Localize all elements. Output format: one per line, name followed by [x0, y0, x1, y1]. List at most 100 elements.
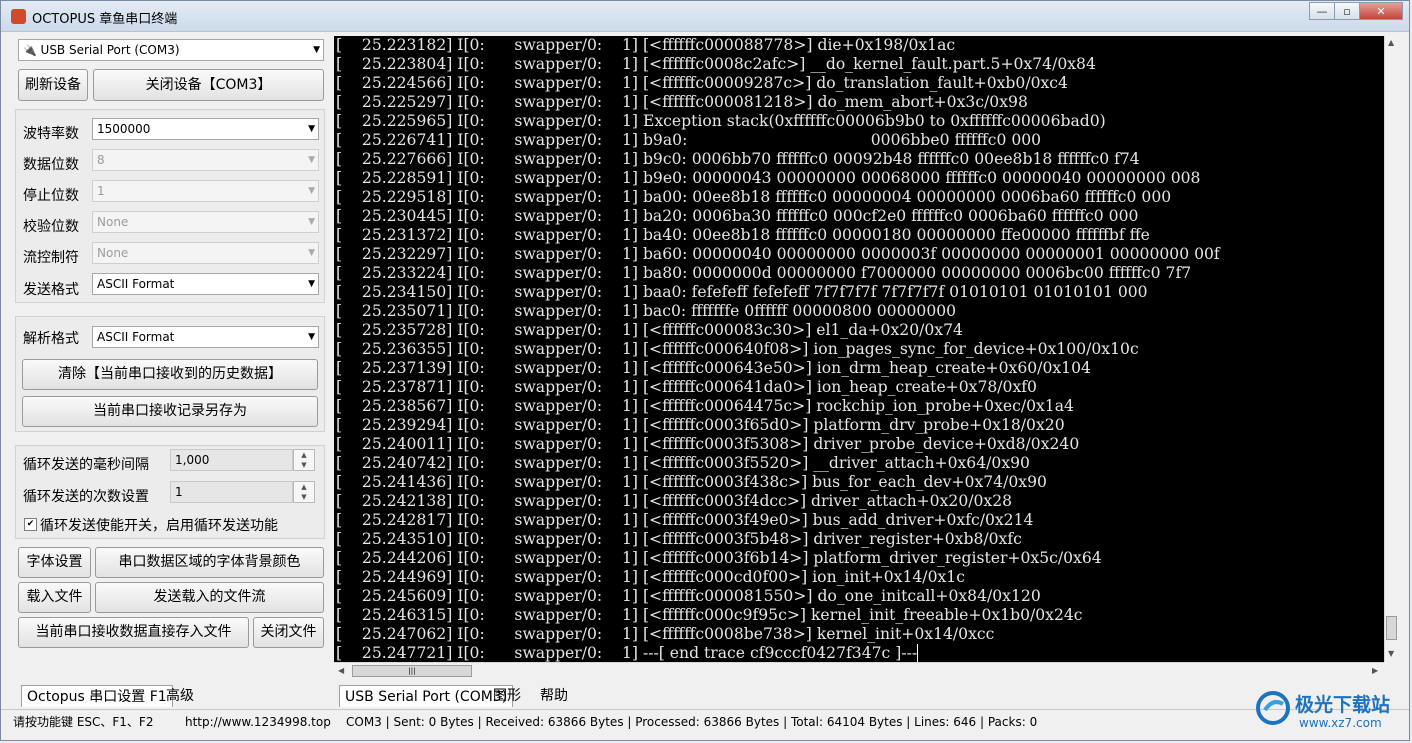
count-stepper[interactable]: ▲ ▼ [293, 481, 315, 503]
loop-enable-label: 循环发送使能开关，启用循环发送功能 [40, 518, 278, 534]
status-hint: 请按功能键 ESC、F1、F2 [13, 715, 154, 729]
terminal-line: [ 25.247062] I[0: swapper/0: 1] [<ffffff… [336, 625, 995, 643]
parse-format-value: ASCII Format [97, 330, 175, 344]
parse-format-select[interactable]: ASCII Format ▼ [92, 326, 319, 348]
vertical-scroll-thumb[interactable] [1386, 616, 1397, 640]
terminal-line: [ 25.232297] I[0: swapper/0: 1] ba60: 00… [336, 245, 1220, 263]
save-direct-button[interactable]: 当前串口接收数据直接存入文件 [18, 617, 249, 648]
settings-panel: 🔌 USB Serial Port (COM3) ▼ 刷新设备 关闭设备【COM… [9, 35, 327, 683]
databits-select[interactable]: 8 ▼ [92, 149, 319, 171]
flow-select[interactable]: None ▼ [92, 242, 319, 264]
terminal-line: [ 25.235728] I[0: swapper/0: 1] [<ffffff… [336, 321, 963, 339]
terminal-line: [ 25.244206] I[0: swapper/0: 1] [<ffffff… [336, 549, 1102, 567]
databits-label: 数据位数 [23, 157, 79, 173]
stopbits-label: 停止位数 [23, 188, 79, 204]
terminal-line: [ 25.225297] I[0: swapper/0: 1] [<ffffff… [336, 93, 1028, 111]
restore-button[interactable]: ▫ [1334, 2, 1360, 20]
horizontal-scroll-thumb[interactable]: ||| [352, 665, 472, 677]
usb-plug-icon: 🔌 [23, 44, 37, 57]
tab-help[interactable]: 帮助 [535, 685, 573, 707]
terminal-line: [ 25.227666] I[0: swapper/0: 1] b9c0: 00… [336, 150, 1140, 168]
save-as-button[interactable]: 当前串口接收记录另存为 [22, 396, 318, 427]
refresh-device-button[interactable]: 刷新设备 [18, 69, 88, 101]
close-device-button[interactable]: 关闭设备【COM3】 [93, 69, 324, 101]
terminal-vertical-scrollbar[interactable]: ▲ ▼ [1384, 36, 1399, 662]
chevron-down-icon: ▼ [308, 279, 315, 289]
terminal-text: [ 25.223182] I[0: swapper/0: 1] [<ffffff… [334, 36, 1384, 662]
terminal-line: [ 25.246315] I[0: swapper/0: 1] [<ffffff… [336, 606, 1083, 624]
terminal-line: [ 25.238567] I[0: swapper/0: 1] [<ffffff… [336, 397, 1074, 415]
scroll-up-icon[interactable]: ▲ [1388, 38, 1394, 47]
font-settings-button[interactable]: 字体设置 [18, 547, 91, 578]
send-format-select[interactable]: ASCII Format ▼ [92, 273, 319, 295]
loop-enable-checkbox[interactable]: ✔ [24, 518, 37, 531]
close-file-button[interactable]: 关闭文件 [253, 617, 324, 648]
interval-stepper[interactable]: ▲ ▼ [293, 449, 315, 471]
parity-value: None [97, 215, 129, 229]
baud-select[interactable]: 1500000 ▼ [92, 118, 319, 140]
terminal-line: [ 25.233224] I[0: swapper/0: 1] ba80: 00… [336, 264, 1192, 282]
terminal-line: [ 25.247721] I[0: swapper/0: 1] ---[ end… [336, 644, 919, 662]
interval-label: 循环发送的毫秒间隔 [23, 457, 149, 473]
terminal-line: [ 25.240011] I[0: swapper/0: 1] [<ffffff… [336, 435, 1080, 453]
interval-input[interactable]: 1,000 [170, 449, 293, 471]
scroll-down-icon[interactable]: ▼ [1388, 649, 1394, 658]
terminal-line: [ 25.237139] I[0: swapper/0: 1] [<ffffff… [336, 359, 1091, 377]
terminal-output[interactable]: [ 25.223182] I[0: swapper/0: 1] [<ffffff… [334, 36, 1384, 662]
tab-graphics[interactable]: 图形 [488, 685, 526, 707]
close-button[interactable]: ✕ [1359, 2, 1403, 20]
minimize-button[interactable]: — [1309, 2, 1335, 20]
databits-value: 8 [97, 153, 105, 167]
terminal-line: [ 25.237871] I[0: swapper/0: 1] [<ffffff… [336, 378, 1037, 396]
terminal-line: [ 25.245609] I[0: swapper/0: 1] [<ffffff… [336, 587, 1041, 605]
chevron-down-icon: ▼ [308, 186, 315, 196]
bg-color-button[interactable]: 串口数据区域的字体背景颜色 [95, 547, 324, 578]
flow-value: None [97, 246, 129, 260]
octopus-app-icon [11, 9, 26, 24]
count-input[interactable]: 1 [170, 481, 293, 503]
status-stats: COM3 | Sent: 0 Bytes | Received: 63866 B… [346, 715, 1038, 729]
stopbits-select[interactable]: 1 ▼ [92, 180, 319, 202]
chevron-down-icon: ▼ [313, 45, 320, 55]
chevron-down-icon: ▼ [308, 248, 315, 258]
terminal-line: [ 25.228591] I[0: swapper/0: 1] b9e0: 00… [336, 169, 1201, 187]
status-bar: 请按功能键 ESC、F1、F2 http://www.1234998.top C… [1, 709, 1409, 734]
terminal-line: [ 25.236355] I[0: swapper/0: 1] [<ffffff… [336, 340, 1139, 358]
parity-select[interactable]: None ▼ [92, 211, 319, 233]
terminal-line: [ 25.242138] I[0: swapper/0: 1] [<ffffff… [336, 492, 1013, 510]
port-select[interactable]: 🔌 USB Serial Port (COM3) ▼ [18, 39, 324, 61]
terminal-line: [ 25.244969] I[0: swapper/0: 1] [<ffffff… [336, 568, 965, 586]
terminal-line: [ 25.240742] I[0: swapper/0: 1] [<ffffff… [336, 454, 1030, 472]
status-url: http://www.1234998.top [185, 715, 331, 729]
terminal-line: [ 25.230445] I[0: swapper/0: 1] ba20: 00… [336, 207, 1139, 225]
clear-history-button[interactable]: 清除【当前串口接收到的历史数据】 [22, 359, 318, 390]
send-format-label: 发送格式 [23, 282, 79, 298]
terminal-horizontal-scrollbar[interactable]: ◀ ||| ▶ [334, 662, 1384, 679]
port-select-value: USB Serial Port (COM3) [40, 43, 180, 57]
terminal-line: [ 25.223182] I[0: swapper/0: 1] [<ffffff… [336, 36, 956, 54]
tab-octopus-settings[interactable]: Octopus 串口设置 F1 [21, 685, 173, 707]
send-file-button[interactable]: 发送载入的文件流 [95, 582, 324, 613]
scroll-left-icon[interactable]: ◀ [338, 666, 344, 675]
title-bar[interactable]: OCTOPUS 章鱼串口终端 — ▫ ✕ [1, 1, 1409, 32]
parity-label: 校验位数 [23, 219, 79, 235]
window-controls: — ▫ ✕ [1309, 2, 1403, 20]
window-title: OCTOPUS 章鱼串口终端 [32, 12, 178, 27]
terminal-line: [ 25.235071] I[0: swapper/0: 1] bac0: ff… [336, 302, 957, 320]
terminal-line: [ 25.223804] I[0: swapper/0: 1] [<ffffff… [336, 55, 1096, 73]
app-window: OCTOPUS 章鱼串口终端 — ▫ ✕ 🔌 USB Serial Port (… [0, 0, 1410, 741]
stopbits-value: 1 [97, 184, 105, 198]
tab-advanced[interactable]: 高级 [161, 685, 199, 707]
chevron-down-icon: ▼ [308, 332, 315, 342]
watermark: 极光下载站 www.xz7.com [1255, 686, 1405, 734]
baud-label: 波特率数 [23, 126, 79, 142]
chevron-down-icon: ▼ [308, 217, 315, 227]
baud-value: 1500000 [97, 122, 151, 136]
watermark-text: 极光下载站 [1295, 694, 1391, 716]
send-format-value: ASCII Format [97, 277, 175, 291]
terminal-line: [ 25.242817] I[0: swapper/0: 1] [<ffffff… [336, 511, 1034, 529]
terminal-line: [ 25.224566] I[0: swapper/0: 1] [<ffffff… [336, 74, 1068, 92]
watermark-logo-icon [1256, 691, 1290, 725]
scroll-right-icon[interactable]: ▶ [1372, 666, 1378, 675]
load-file-button[interactable]: 载入文件 [18, 582, 91, 613]
